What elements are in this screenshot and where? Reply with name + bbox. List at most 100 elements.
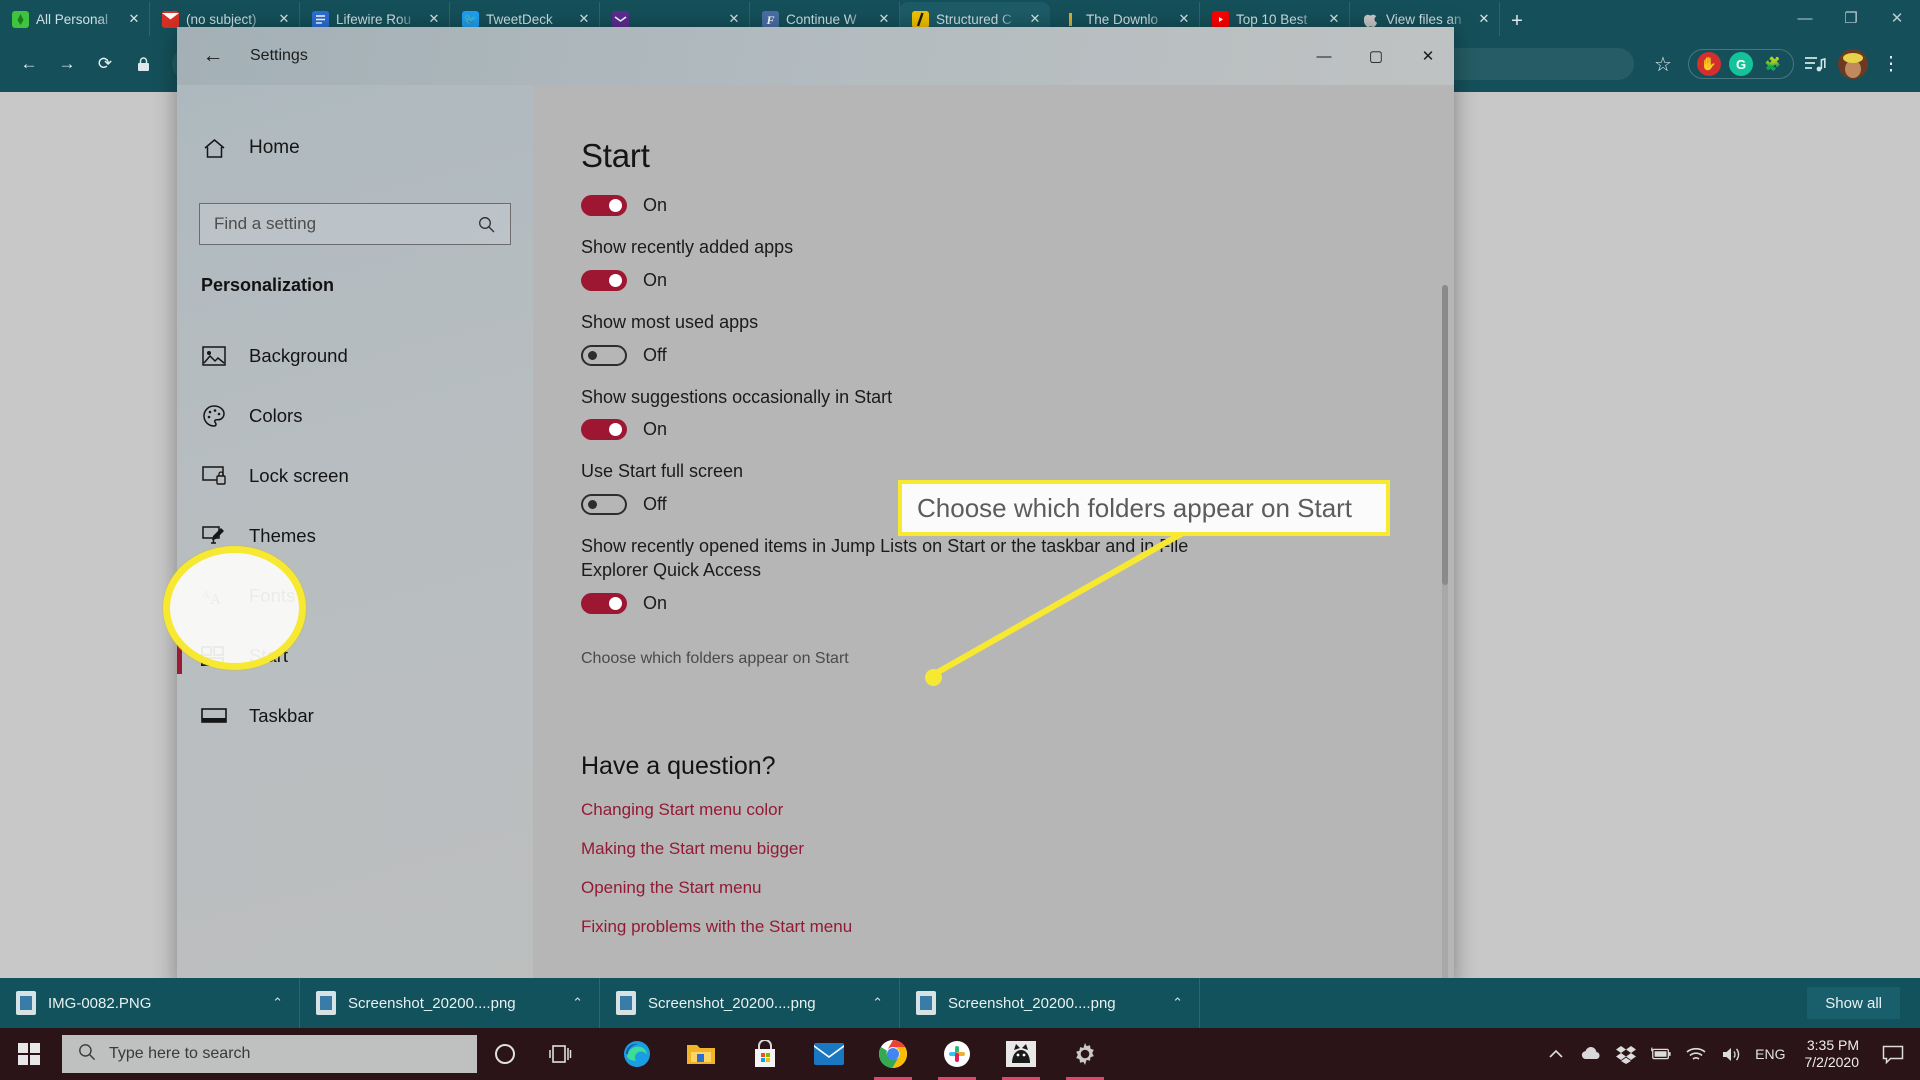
chevron-up-icon[interactable]: ⌃: [572, 995, 583, 1011]
page-title: Start: [581, 137, 650, 174]
choose-folders-link[interactable]: Choose which folders appear on Start: [581, 650, 1454, 668]
taskbar-app-microsoft-store[interactable]: [737, 1028, 793, 1080]
settings-window: ← Settings — ▢ ✕ Home Find a setting Per…: [177, 27, 1454, 989]
settings-close-button[interactable]: ✕: [1402, 27, 1454, 85]
close-icon[interactable]: ✕: [725, 10, 743, 28]
tray-expand-chevron-icon[interactable]: [1545, 1043, 1567, 1065]
cortana-button[interactable]: [477, 1028, 533, 1080]
faq-link[interactable]: Making the Start menu bigger: [581, 839, 1454, 859]
close-icon[interactable]: ✕: [1325, 10, 1343, 28]
picture-icon: [201, 343, 227, 369]
chevron-up-icon[interactable]: ⌃: [272, 995, 283, 1011]
tray-language-indicator[interactable]: ENG: [1755, 1046, 1785, 1062]
toggle-switch[interactable]: [581, 592, 627, 614]
notification-icon[interactable]: [1878, 1028, 1908, 1080]
browser-tab-title: Lifewire Rou: [336, 11, 412, 27]
taskbar-app-photos-cat[interactable]: [993, 1028, 1049, 1080]
browser-minimize-button[interactable]: —: [1782, 0, 1828, 36]
close-icon[interactable]: ✕: [1175, 10, 1193, 28]
browser-tab[interactable]: All Personal ✕: [0, 2, 150, 36]
toggle-switch[interactable]: [581, 494, 627, 515]
browser-close-button[interactable]: ✕: [1874, 0, 1920, 36]
toggle-switch[interactable]: [581, 344, 627, 366]
content-scrollbar-thumb[interactable]: [1442, 285, 1448, 585]
faq-link[interactable]: Changing Start menu color: [581, 800, 1454, 820]
sidebar-item-label: Start: [249, 645, 289, 666]
toggle-switch[interactable]: [581, 269, 627, 291]
taskbar-app-chrome[interactable]: [865, 1028, 921, 1080]
bar-icon: [1062, 11, 1079, 28]
download-file-name: Screenshot_20200....png: [948, 994, 1116, 1012]
show-all-downloads-button[interactable]: Show all: [1807, 987, 1900, 1019]
chevron-up-icon[interactable]: ⌃: [872, 995, 883, 1011]
collections-icon[interactable]: [1798, 47, 1832, 81]
taskbar-app-settings-gear[interactable]: [1057, 1028, 1113, 1080]
adblock-icon[interactable]: ✋: [1697, 52, 1721, 76]
sidebar-item-home[interactable]: Home: [177, 127, 533, 169]
onedrive-cloud-icon[interactable]: [1580, 1043, 1602, 1065]
taskbar-app-edge[interactable]: [609, 1028, 665, 1080]
apple-icon: [1362, 11, 1379, 28]
puzzle-extension-icon[interactable]: 🧩: [1761, 52, 1785, 76]
lock-icon: [126, 47, 160, 81]
search-input[interactable]: [214, 214, 454, 234]
download-item[interactable]: Screenshot_20200....png ⌃: [300, 978, 600, 1028]
sidebar-item-lock-screen[interactable]: Lock screen: [177, 446, 533, 506]
toggle-state-label: On: [643, 592, 668, 613]
volume-icon[interactable]: [1720, 1043, 1742, 1065]
sidebar-item-colors[interactable]: Colors: [177, 386, 533, 446]
sidebar-item-taskbar[interactable]: Taskbar: [177, 686, 533, 746]
back-icon[interactable]: ←: [12, 47, 46, 81]
faq-link[interactable]: Fixing problems with the Start menu: [581, 917, 1454, 937]
download-item[interactable]: Screenshot_20200....png ⌃: [900, 978, 1200, 1028]
settings-search-box[interactable]: [199, 203, 511, 245]
download-item[interactable]: IMG-0082.PNG ⌃: [0, 978, 300, 1028]
close-icon[interactable]: ✕: [875, 10, 893, 28]
browser-menu-icon[interactable]: ⋮: [1874, 47, 1908, 81]
start-button[interactable]: [0, 1028, 58, 1080]
wifi-icon[interactable]: [1685, 1043, 1707, 1065]
sidebar-item-fonts[interactable]: A A Fonts: [177, 566, 533, 626]
toggle-switch[interactable]: [581, 195, 627, 216]
download-item[interactable]: Screenshot_20200....png ⌃: [600, 978, 900, 1028]
close-icon[interactable]: ✕: [1475, 10, 1493, 28]
browser-tab-title: Continue W: [786, 11, 857, 27]
avatar[interactable]: [1836, 47, 1870, 81]
toggle-knob: [609, 273, 622, 287]
close-icon[interactable]: ✕: [275, 10, 293, 28]
settings-maximize-button[interactable]: ▢: [1350, 27, 1402, 85]
close-icon[interactable]: ✕: [575, 10, 593, 28]
taskbar-app-slack[interactable]: [929, 1028, 985, 1080]
reload-icon[interactable]: ⟳: [88, 47, 122, 81]
browser-maximize-button[interactable]: ❐: [1828, 0, 1874, 36]
settings-back-button[interactable]: ←: [190, 36, 236, 76]
search-icon[interactable]: [473, 211, 499, 237]
faq-link[interactable]: Opening the Start menu: [581, 878, 1454, 898]
sidebar-item-start[interactable]: Start: [177, 626, 533, 686]
battery-icon[interactable]: [1650, 1043, 1672, 1065]
sidebar-item-themes[interactable]: Themes: [177, 506, 533, 566]
browser-tab-title: (no subject): [186, 11, 257, 27]
forward-icon[interactable]: →: [50, 47, 84, 81]
settings-window-controls: — ▢ ✕: [1298, 27, 1454, 85]
grammarly-icon[interactable]: G: [1729, 52, 1753, 76]
chevron-up-icon[interactable]: ⌃: [1172, 995, 1183, 1011]
taskbar-clock[interactable]: 3:35 PM 7/2/2020: [1805, 1037, 1860, 1071]
taskbar-search-box[interactable]: Type here to search: [62, 1035, 477, 1073]
taskbar-app-mail[interactable]: [801, 1028, 857, 1080]
close-icon[interactable]: ✕: [425, 10, 443, 28]
downloads-item-list: IMG-0082.PNG ⌃ Screenshot_20200....png ⌃ Scr…: [0, 978, 1200, 1028]
sidebar-item-background[interactable]: Background: [177, 326, 533, 386]
taskbar-app-file-explorer[interactable]: [673, 1028, 729, 1080]
toggle-switch[interactable]: [581, 419, 627, 441]
dropbox-icon[interactable]: [1615, 1043, 1637, 1065]
settings-minimize-button[interactable]: —: [1298, 27, 1350, 85]
windows-taskbar: Type here to search ENG 3:35 PM 7/2/2020: [0, 1028, 1920, 1080]
content-scrollbar[interactable]: [1442, 285, 1448, 985]
task-view-button[interactable]: [533, 1028, 589, 1080]
new-tab-button[interactable]: +: [1500, 6, 1534, 36]
close-icon[interactable]: ✕: [1026, 10, 1044, 28]
sidebar-item-label: Lock screen: [249, 465, 349, 486]
bookmark-star-icon[interactable]: ☆: [1646, 47, 1680, 81]
close-icon[interactable]: ✕: [125, 10, 143, 28]
